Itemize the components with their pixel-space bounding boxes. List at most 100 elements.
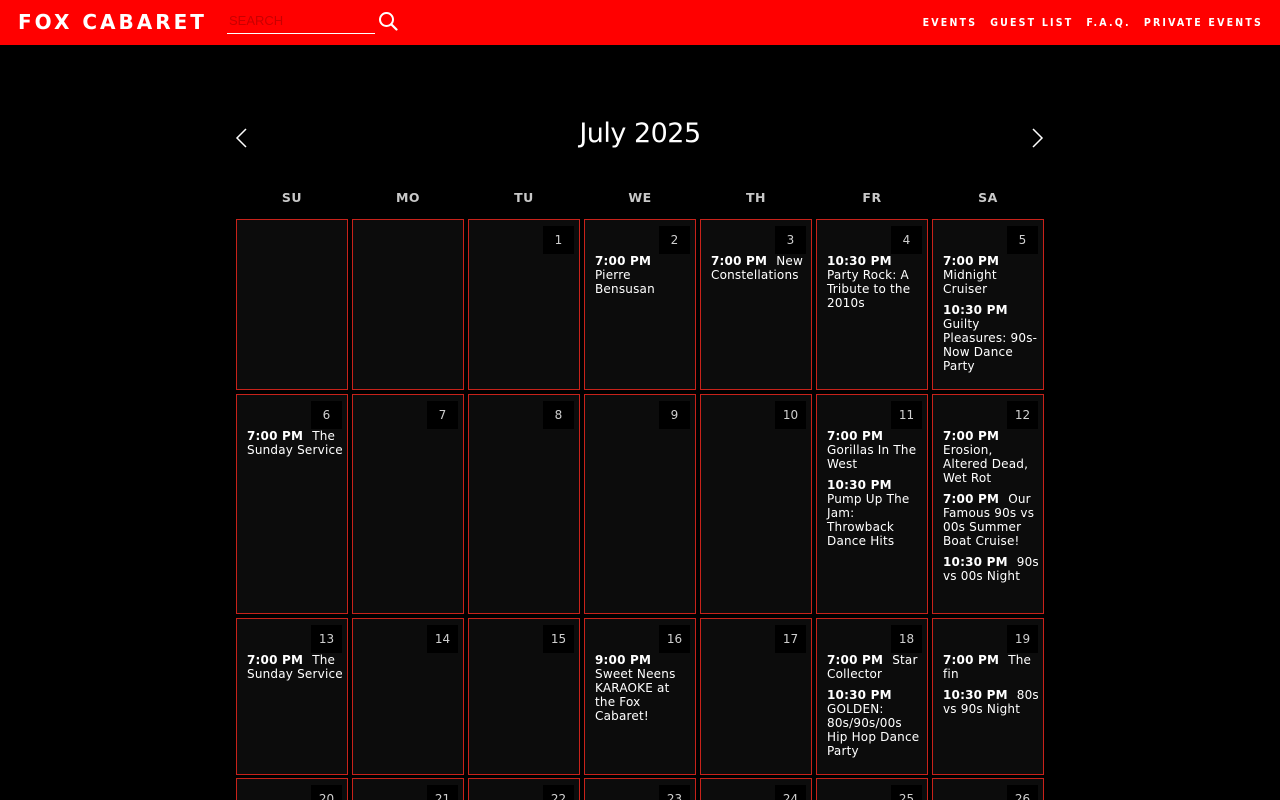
chevron-left-icon[interactable] bbox=[233, 127, 253, 149]
calendar-day-cell: 18 7:00 PM Star Collector 10:30 PM GOLDEN:… bbox=[816, 618, 928, 775]
calendar-day-cell: 23 bbox=[584, 778, 696, 800]
search-icon[interactable] bbox=[378, 11, 398, 31]
event-list: 7:00 PM The Sunday Service bbox=[247, 429, 343, 464]
event-time: 7:00 PM bbox=[595, 254, 652, 268]
event-link[interactable]: 9:00 PM Sweet Neens KARAOKE at the Fox C… bbox=[595, 653, 691, 723]
day-number: 13 bbox=[311, 625, 342, 653]
site-logo[interactable]: FOX CABARET bbox=[18, 10, 207, 34]
event-list: 7:00 PM The Sunday Service bbox=[247, 653, 343, 688]
event-title: Pump Up The Jam: Throwback Dance Hits bbox=[827, 492, 910, 548]
site-header: FOX CABARET EVENTS GUEST LIST F.A.Q. PRI… bbox=[0, 0, 1280, 45]
nav-faq[interactable]: F.A.Q. bbox=[1086, 16, 1130, 30]
calendar-day-cell: 20 bbox=[236, 778, 348, 800]
weekday-header-row: SU MO TU WE TH FR SA bbox=[236, 190, 1044, 208]
calendar-day-cell: 3 7:00 PM New Constellations bbox=[700, 219, 812, 390]
search-input[interactable] bbox=[227, 9, 375, 31]
weekday-label: TU bbox=[514, 190, 534, 205]
event-list: 7:00 PM The fin 10:30 PM 80s vs 90s Night bbox=[943, 653, 1039, 723]
day-number: 1 bbox=[543, 226, 574, 254]
event-time: 10:30 PM bbox=[827, 688, 892, 702]
event-link[interactable]: 7:00 PM Pierre Bensusan bbox=[595, 254, 691, 296]
nav-events[interactable]: EVENTS bbox=[923, 16, 978, 30]
day-number: 17 bbox=[775, 625, 806, 653]
event-link[interactable]: 7:00 PM Gorillas In The West bbox=[827, 429, 923, 471]
calendar-day-cell: 4 10:30 PM Party Rock: A Tribute to the 2… bbox=[816, 219, 928, 390]
day-number: 25 bbox=[891, 785, 922, 800]
event-link[interactable]: 10:30 PM Guilty Pleasures: 90s-Now Dance… bbox=[943, 303, 1039, 373]
day-number: 12 bbox=[1007, 401, 1038, 429]
day-number: 22 bbox=[543, 785, 574, 800]
weekday-label: TH bbox=[746, 190, 766, 205]
event-list: 7:00 PM Midnight Cruiser 10:30 PM Guilty … bbox=[943, 254, 1039, 380]
calendar-day-cell bbox=[236, 219, 348, 390]
event-time: 9:00 PM bbox=[595, 653, 652, 667]
weekday-label: FR bbox=[862, 190, 882, 205]
calendar-day-cell: 19 7:00 PM The fin 10:30 PM 80s vs 90s Nig… bbox=[932, 618, 1044, 775]
day-number: 15 bbox=[543, 625, 574, 653]
search-field bbox=[227, 9, 375, 34]
day-number: 19 bbox=[1007, 625, 1038, 653]
event-link[interactable]: 7:00 PM The fin bbox=[943, 653, 1039, 681]
calendar-day-cell: 25 bbox=[816, 778, 928, 800]
event-time: 10:30 PM bbox=[827, 478, 892, 492]
day-number: 8 bbox=[543, 401, 574, 429]
calendar-day-cell: 5 7:00 PM Midnight Cruiser 10:30 PM Guilty… bbox=[932, 219, 1044, 390]
nav-private-events[interactable]: PRIVATE EVENTS bbox=[1144, 16, 1263, 30]
calendar-day-cell: 13 7:00 PM The Sunday Service bbox=[236, 618, 348, 775]
event-link[interactable]: 7:00 PM The Sunday Service bbox=[247, 429, 343, 457]
event-time: 10:30 PM bbox=[827, 254, 892, 268]
event-list: 7:00 PM New Constellations bbox=[711, 254, 807, 289]
calendar-day-cell: 11 7:00 PM Gorillas In The West 10:30 PM P… bbox=[816, 394, 928, 614]
day-number: 4 bbox=[891, 226, 922, 254]
event-title: Erosion, Altered Dead, Wet Rot bbox=[943, 443, 1029, 485]
event-link[interactable]: 10:30 PM Pump Up The Jam: Throwback Danc… bbox=[827, 478, 923, 548]
event-time: 10:30 PM bbox=[943, 555, 1008, 569]
day-number: 23 bbox=[659, 785, 690, 800]
event-time: 7:00 PM bbox=[247, 429, 304, 443]
event-time: 7:00 PM bbox=[943, 492, 1000, 506]
event-link[interactable]: 7:00 PM Our Famous 90s vs 00s Summer Boa… bbox=[943, 492, 1039, 548]
event-list: 7:00 PM Gorillas In The West 10:30 PM Pum… bbox=[827, 429, 923, 555]
calendar-day-cell: 1 bbox=[468, 219, 580, 390]
event-link[interactable]: 10:30 PM GOLDEN: 80s/90s/00s Hip Hop Dan… bbox=[827, 688, 923, 758]
weekday-label: WE bbox=[628, 190, 652, 205]
event-list: 7:00 PM Erosion, Altered Dead, Wet Rot 7:… bbox=[943, 429, 1039, 590]
calendar-day-cell: 2 7:00 PM Pierre Bensusan bbox=[584, 219, 696, 390]
day-number: 21 bbox=[427, 785, 458, 800]
event-title: Party Rock: A Tribute to the 2010s bbox=[827, 268, 911, 310]
event-link[interactable]: 7:00 PM New Constellations bbox=[711, 254, 807, 282]
calendar-day-cell: 21 bbox=[352, 778, 464, 800]
day-number: 14 bbox=[427, 625, 458, 653]
event-title: Guilty Pleasures: 90s-Now Dance Party bbox=[943, 317, 1038, 373]
event-time: 7:00 PM bbox=[247, 653, 304, 667]
event-link[interactable]: 7:00 PM Erosion, Altered Dead, Wet Rot bbox=[943, 429, 1039, 485]
calendar-day-cell: 16 9:00 PM Sweet Neens KARAOKE at the Fox… bbox=[584, 618, 696, 775]
calendar-day-cell bbox=[352, 219, 464, 390]
calendar-day-cell: 12 7:00 PM Erosion, Altered Dead, Wet Rot… bbox=[932, 394, 1044, 614]
day-number: 6 bbox=[311, 401, 342, 429]
calendar-day-cell: 8 bbox=[468, 394, 580, 614]
calendar-day-cell: 6 7:00 PM The Sunday Service bbox=[236, 394, 348, 614]
event-time: 7:00 PM bbox=[827, 653, 884, 667]
event-link[interactable]: 10:30 PM Party Rock: A Tribute to the 20… bbox=[827, 254, 923, 310]
day-number: 2 bbox=[659, 226, 690, 254]
event-time: 7:00 PM bbox=[943, 254, 1000, 268]
event-link[interactable]: 10:30 PM 80s vs 90s Night bbox=[943, 688, 1039, 716]
event-link[interactable]: 10:30 PM 90s vs 00s Night bbox=[943, 555, 1039, 583]
nav-guest-list[interactable]: GUEST LIST bbox=[990, 16, 1073, 30]
event-list: 10:30 PM Party Rock: A Tribute to the 20… bbox=[827, 254, 923, 317]
calendar-day-cell: 26 bbox=[932, 778, 1044, 800]
event-time: 7:00 PM bbox=[943, 653, 1000, 667]
calendar-day-cell: 14 bbox=[352, 618, 464, 775]
event-link[interactable]: 7:00 PM Midnight Cruiser bbox=[943, 254, 1039, 296]
day-number: 16 bbox=[659, 625, 690, 653]
day-number: 5 bbox=[1007, 226, 1038, 254]
event-link[interactable]: 7:00 PM Star Collector bbox=[827, 653, 923, 681]
calendar-day-cell: 22 bbox=[468, 778, 580, 800]
calendar-day-cell: 15 bbox=[468, 618, 580, 775]
chevron-right-icon[interactable] bbox=[1027, 127, 1047, 149]
weekday-label: MO bbox=[395, 190, 421, 205]
day-number: 24 bbox=[775, 785, 806, 800]
event-link[interactable]: 7:00 PM The Sunday Service bbox=[247, 653, 343, 681]
weekday-label: SU bbox=[281, 190, 303, 205]
